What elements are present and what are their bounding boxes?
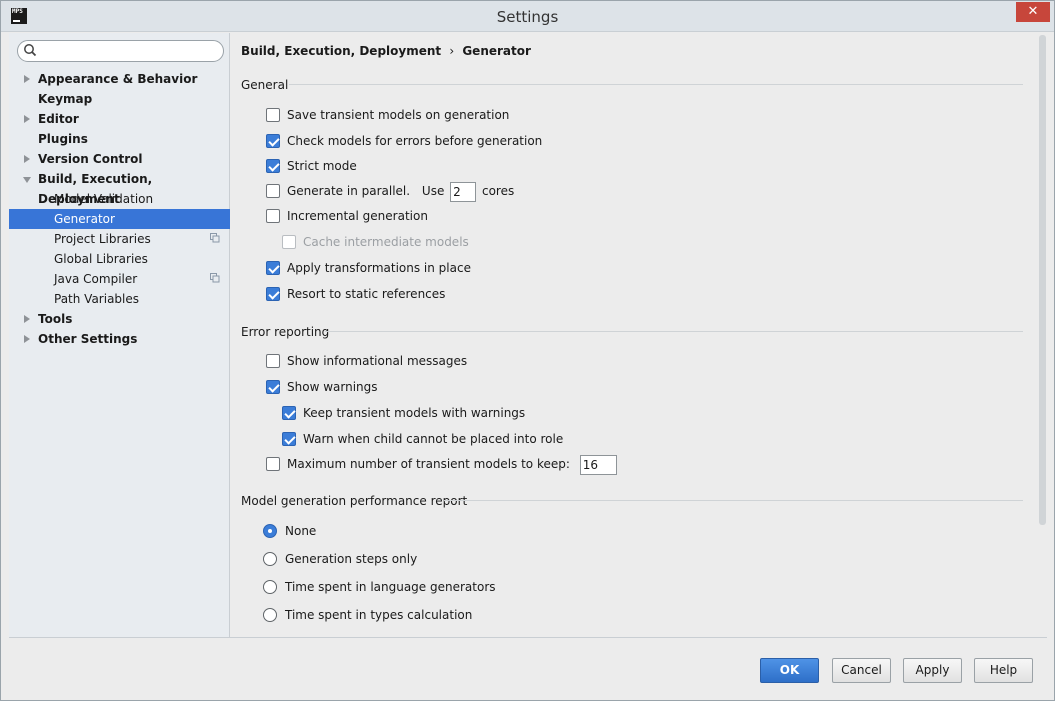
parallel-option[interactable]: Generate in parallel. Use 2 cores <box>266 181 514 202</box>
incremental-checkbox[interactable] <box>266 209 280 223</box>
copy-icon <box>210 233 220 243</box>
perf-option-steps[interactable]: Generation steps only <box>263 549 417 569</box>
max-transient-input[interactable]: 16 <box>579 454 617 475</box>
sidebar-item-model-validation[interactable]: Model Validation <box>9 189 230 209</box>
max-transient-checkbox[interactable] <box>266 457 280 471</box>
title-bar: MPS Settings ✕ <box>1 1 1054 32</box>
expand-arrow-icon[interactable] <box>24 115 30 123</box>
footer-divider <box>9 637 1047 638</box>
breadcrumb-separator: › <box>449 44 455 58</box>
perf-none-radio[interactable] <box>263 524 277 538</box>
help-button[interactable]: Help <box>974 658 1033 683</box>
strict-mode-checkbox[interactable] <box>266 159 280 173</box>
check-errors-checkbox[interactable] <box>266 134 280 148</box>
search-input[interactable] <box>17 40 224 62</box>
save-transient-option[interactable]: Save transient models on generation <box>266 105 509 125</box>
sidebar-item-appearance-behavior[interactable]: Appearance & Behavior <box>9 69 230 89</box>
close-icon: ✕ <box>1027 4 1039 19</box>
settings-tree: Appearance & Behavior Keymap Editor Plug… <box>9 69 230 349</box>
breadcrumb-parent: Build, Execution, Deployment <box>241 44 442 58</box>
perf-option-types[interactable]: Time spent in types calculation <box>263 605 472 625</box>
ok-button[interactable]: OK <box>760 658 819 683</box>
check-errors-option[interactable]: Check models for errors before generatio… <box>266 131 542 151</box>
sidebar-item-other-settings[interactable]: Other Settings <box>9 329 230 349</box>
static-refs-option[interactable]: Resort to static references <box>266 284 445 304</box>
section-divider <box>289 84 1023 85</box>
sidebar-item-version-control[interactable]: Version Control <box>9 149 230 169</box>
sidebar-item-global-libraries[interactable]: Global Libraries <box>9 249 230 269</box>
sidebar-item-path-variables[interactable]: Path Variables <box>9 289 230 309</box>
section-divider <box>325 331 1023 332</box>
info-messages-option[interactable]: Show informational messages <box>266 351 467 371</box>
expand-arrow-icon[interactable] <box>24 315 30 323</box>
settings-window: MPS Settings ✕ Appearance & Behavior Key… <box>0 0 1055 701</box>
settings-content-panel: Build, Execution, Deployment › Generator… <box>231 33 1037 637</box>
strict-mode-option[interactable]: Strict mode <box>266 156 357 176</box>
search-icon <box>24 44 37 57</box>
sidebar-item-project-libraries[interactable]: Project Libraries <box>9 229 230 249</box>
scrollbar-thumb[interactable] <box>1039 35 1046 525</box>
cores-input[interactable]: 2 <box>450 181 477 202</box>
warn-child-option[interactable]: Warn when child cannot be placed into ro… <box>282 429 563 449</box>
warn-child-checkbox[interactable] <box>282 432 296 446</box>
expand-arrow-icon[interactable] <box>24 335 30 343</box>
copy-icon <box>210 273 220 283</box>
expand-arrow-icon[interactable] <box>24 155 30 163</box>
sidebar-item-generator[interactable]: Generator <box>9 209 230 229</box>
cancel-button[interactable]: Cancel <box>832 658 891 683</box>
breadcrumb: Build, Execution, Deployment › Generator <box>241 44 531 58</box>
section-title-perf-report: Model generation performance report <box>241 494 468 508</box>
perf-generators-radio[interactable] <box>263 580 277 594</box>
incremental-option[interactable]: Incremental generation <box>266 206 428 226</box>
show-warnings-checkbox[interactable] <box>266 380 280 394</box>
collapse-arrow-icon[interactable] <box>23 177 31 183</box>
perf-types-radio[interactable] <box>263 608 277 622</box>
perf-steps-radio[interactable] <box>263 552 277 566</box>
keep-transient-option[interactable]: Keep transient models with warnings <box>282 403 525 423</box>
show-warnings-option[interactable]: Show warnings <box>266 377 378 397</box>
perf-option-none[interactable]: None <box>263 521 316 541</box>
cache-intermediate-checkbox <box>282 235 296 249</box>
keep-transient-checkbox[interactable] <box>282 406 296 420</box>
section-divider <box>444 500 1023 501</box>
sidebar-item-keymap[interactable]: Keymap <box>9 89 230 109</box>
max-transient-option[interactable]: Maximum number of transient models to ke… <box>266 454 617 475</box>
cache-intermediate-option: Cache intermediate models <box>282 232 469 252</box>
apply-in-place-checkbox[interactable] <box>266 261 280 275</box>
breadcrumb-current: Generator <box>462 44 531 58</box>
section-title-error-reporting: Error reporting <box>241 325 330 339</box>
settings-sidebar: Appearance & Behavior Keymap Editor Plug… <box>9 33 230 637</box>
sidebar-item-tools[interactable]: Tools <box>9 309 230 329</box>
parallel-checkbox[interactable] <box>266 184 280 198</box>
expand-arrow-icon[interactable] <box>24 75 30 83</box>
sidebar-item-plugins[interactable]: Plugins <box>9 129 230 149</box>
section-title-general: General <box>241 78 289 92</box>
static-refs-checkbox[interactable] <box>266 287 280 301</box>
close-button[interactable]: ✕ <box>1016 2 1050 22</box>
sidebar-item-build-execution-deployment[interactable]: Build, Execution, Deployment <box>9 169 230 206</box>
info-messages-checkbox[interactable] <box>266 354 280 368</box>
sidebar-item-java-compiler[interactable]: Java Compiler <box>9 269 230 289</box>
apply-button[interactable]: Apply <box>903 658 962 683</box>
perf-option-generators[interactable]: Time spent in language generators <box>263 577 496 597</box>
content-scrollbar[interactable] <box>1038 33 1047 637</box>
save-transient-checkbox[interactable] <box>266 108 280 122</box>
apply-in-place-option[interactable]: Apply transformations in place <box>266 258 471 278</box>
window-title: Settings <box>496 8 559 26</box>
sidebar-item-editor[interactable]: Editor <box>9 109 230 129</box>
